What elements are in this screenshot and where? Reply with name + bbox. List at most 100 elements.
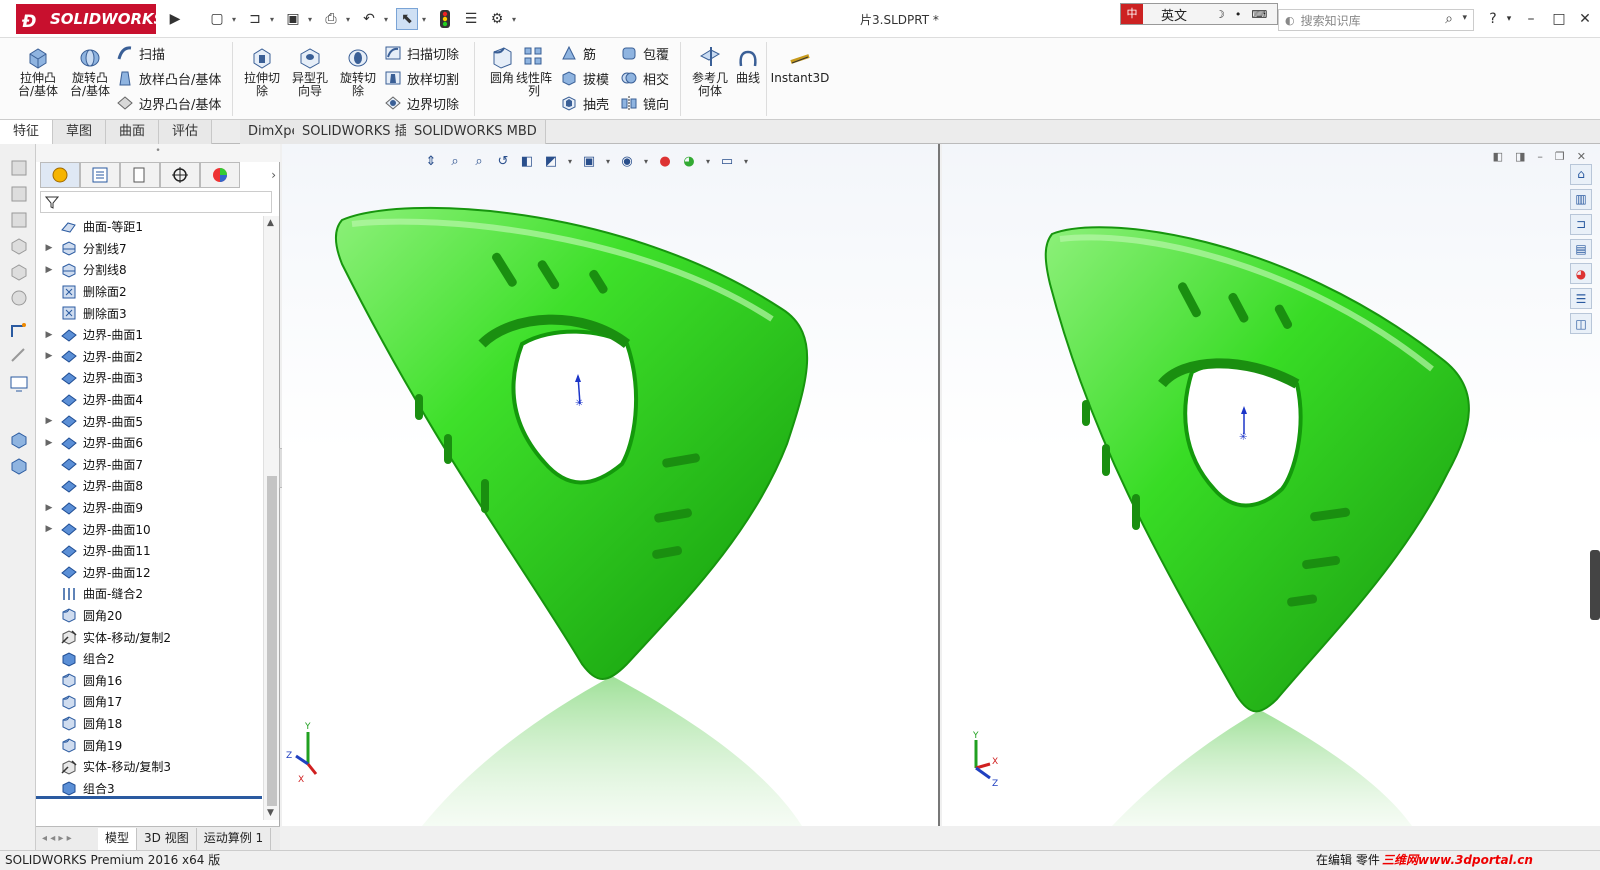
tree-item[interactable]: 边界-曲面8 xyxy=(36,475,266,497)
keyboard-icon[interactable]: ⌨ xyxy=(1251,8,1267,21)
save-icon[interactable]: ▣ xyxy=(282,8,304,30)
tree-item[interactable]: 实体-移动/复制2 xyxy=(36,626,266,648)
design-library-icon[interactable]: ▥ xyxy=(1570,188,1592,210)
expand-arrow-icon[interactable]: ▶ xyxy=(40,351,58,361)
solidworks-logo[interactable]: Ɖ SOLIDWORKS xyxy=(16,4,164,34)
part-cube-icon[interactable] xyxy=(9,430,29,450)
minimize-icon[interactable]: – xyxy=(1520,8,1542,30)
graphics-viewport-left[interactable]: ⇕ ⌕ ⌕ ↺ ◧ ◩ ▾ ▣ ▾ ◉ ▾ ● ◕ ▾ ▭ ▾ ✳ Y Z X xyxy=(282,144,940,826)
loft-boss-button[interactable]: 放样凸台/基体 xyxy=(116,67,221,89)
tree-item[interactable]: 曲面-等距1 xyxy=(36,216,266,238)
extrude-boss-button[interactable]: 拉伸凸台/基体 xyxy=(12,44,64,98)
tree-item[interactable]: ▶ 分割线8 xyxy=(36,259,266,281)
rib-button[interactable]: 筋 xyxy=(560,42,596,64)
expand-menu-icon[interactable]: ▶ xyxy=(164,8,186,30)
expand-arrow-icon[interactable]: ▶ xyxy=(40,438,58,448)
close-icon[interactable]: ✕ xyxy=(1574,8,1596,30)
chevron-down-icon[interactable]: ▾ xyxy=(384,15,392,24)
tree-item[interactable]: ▶ 边界-曲面10 xyxy=(36,518,266,540)
sweep-button[interactable]: 扫描 xyxy=(116,42,165,64)
tree-item[interactable]: ▶ 边界-曲面5 xyxy=(36,410,266,432)
view-top-icon[interactable] xyxy=(9,184,29,204)
tree-item[interactable]: 圆角16 xyxy=(36,669,266,691)
rollback-bar[interactable] xyxy=(36,796,262,799)
filter-funnel-icon[interactable] xyxy=(45,195,59,209)
view-front-icon[interactable] xyxy=(9,158,29,178)
tree-item[interactable]: 圆角17 xyxy=(36,691,266,713)
custom-properties-icon[interactable]: ☰ xyxy=(1570,288,1592,310)
chevron-down-icon[interactable]: ▾ xyxy=(1498,8,1520,30)
expand-arrow-icon[interactable]: ▶ xyxy=(40,503,58,513)
options-gear-icon[interactable]: ⚙ xyxy=(486,8,508,30)
select-pointer-icon[interactable]: ⬉ xyxy=(396,8,418,30)
chevron-down-icon[interactable]: ▾ xyxy=(232,15,240,24)
chevron-down-icon[interactable]: ▾ xyxy=(308,15,316,24)
tree-item[interactable]: 边界-曲面4 xyxy=(36,389,266,411)
new-document-icon[interactable]: ▢ xyxy=(206,8,228,30)
view-iso-icon[interactable] xyxy=(9,236,29,256)
shell-button[interactable]: 抽壳 xyxy=(560,92,609,114)
tab-model[interactable]: 模型 xyxy=(98,827,138,850)
linear-pattern-button[interactable]: 线性阵列 xyxy=(508,44,560,98)
tree-item[interactable]: 边界-曲面7 xyxy=(36,454,266,476)
tab-sketch[interactable]: 草图 xyxy=(53,120,107,144)
panel-grip[interactable]: • xyxy=(36,144,280,162)
rebuild-traffic-light-icon[interactable] xyxy=(434,8,456,30)
tab-surfaces[interactable]: 曲面 xyxy=(106,120,160,144)
tree-item[interactable]: 圆角18 xyxy=(36,713,266,735)
tree-item[interactable]: 边界-曲面11 xyxy=(36,540,266,562)
expand-arrow-icon[interactable]: ▶ xyxy=(40,330,58,340)
tree-scrollbar[interactable]: ▲ ▼ xyxy=(263,216,279,820)
revolve-cut-button[interactable]: 旋转切除 xyxy=(332,44,384,98)
mirror-button[interactable]: 镜向 xyxy=(620,92,669,114)
tree-item[interactable]: ▶ 边界-曲面9 xyxy=(36,497,266,519)
sketch-icon[interactable] xyxy=(9,320,29,340)
chevron-right-icon[interactable]: › xyxy=(240,162,276,188)
tab-evaluate[interactable]: 评估 xyxy=(159,120,213,144)
search-knowledge-field[interactable]: ◐ 搜索知识库 ⌕ ▾ xyxy=(1278,9,1474,31)
display-monitor-icon[interactable] xyxy=(9,374,29,394)
expand-arrow-icon[interactable]: ▶ xyxy=(40,265,58,275)
print-icon[interactable]: ⎙ xyxy=(320,8,342,30)
property-manager-tab[interactable] xyxy=(80,162,120,188)
scroll-up-icon[interactable]: ▲ xyxy=(267,218,274,228)
loft-cut-button[interactable]: 放样切割 xyxy=(384,67,459,89)
search-icon[interactable]: ⌕ xyxy=(1445,11,1453,27)
model-render-left[interactable]: ✳ xyxy=(282,144,940,826)
tree-scroll-thumb[interactable] xyxy=(267,476,277,806)
tree-item[interactable]: 删除面3 xyxy=(36,302,266,324)
tree-item[interactable]: 组合2 xyxy=(36,648,266,670)
open-folder-icon[interactable]: ⊐ xyxy=(244,8,266,30)
tree-item[interactable]: 圆角19 xyxy=(36,734,266,756)
scroll-down-icon[interactable]: ▼ xyxy=(267,808,274,818)
appearances-icon[interactable]: ◕ xyxy=(1570,263,1592,285)
expand-arrow-icon[interactable]: ▶ xyxy=(40,416,58,426)
tree-item[interactable]: ▶ 边界-曲面2 xyxy=(36,346,266,368)
tree-item[interactable]: ▶ 分割线7 xyxy=(36,238,266,260)
part-cube-icon[interactable] xyxy=(9,456,29,476)
intersect-button[interactable]: 相交 xyxy=(620,67,669,89)
chevron-down-icon[interactable]: ▾ xyxy=(346,15,354,24)
chevron-down-icon[interactable]: ▾ xyxy=(1462,13,1467,23)
dimxpert-manager-tab[interactable] xyxy=(160,162,200,188)
view-dimetric-icon[interactable] xyxy=(9,262,29,282)
instant3d-button[interactable]: Instant3D xyxy=(770,44,830,85)
chevron-down-icon[interactable]: ▾ xyxy=(512,15,520,24)
tree-item[interactable]: ▶ 边界-曲面6 xyxy=(36,432,266,454)
tab-features[interactable]: 特征 xyxy=(0,120,54,144)
sweep-cut-button[interactable]: 扫描切除 xyxy=(384,42,459,64)
tree-item[interactable]: 删除面2 xyxy=(36,281,266,303)
draft-button[interactable]: 拔模 xyxy=(560,67,609,89)
punctuation-icon[interactable]: • xyxy=(1235,8,1242,21)
tree-item[interactable]: 边界-曲面3 xyxy=(36,367,266,389)
model-render-right[interactable]: ✳ xyxy=(942,144,1600,826)
display-manager-tab[interactable] xyxy=(200,162,240,188)
tree-filter-field[interactable] xyxy=(40,191,272,213)
configuration-manager-tab[interactable] xyxy=(120,162,160,188)
wrap-button[interactable]: 包覆 xyxy=(620,42,669,64)
chevron-down-icon[interactable]: ▾ xyxy=(422,15,430,24)
boundary-boss-button[interactable]: 边界凸台/基体 xyxy=(116,92,221,114)
extrude-cut-button[interactable]: 拉伸切除 xyxy=(236,44,288,98)
file-explorer-icon[interactable]: ⊐ xyxy=(1570,213,1592,235)
undo-icon[interactable]: ↶ xyxy=(358,8,380,30)
